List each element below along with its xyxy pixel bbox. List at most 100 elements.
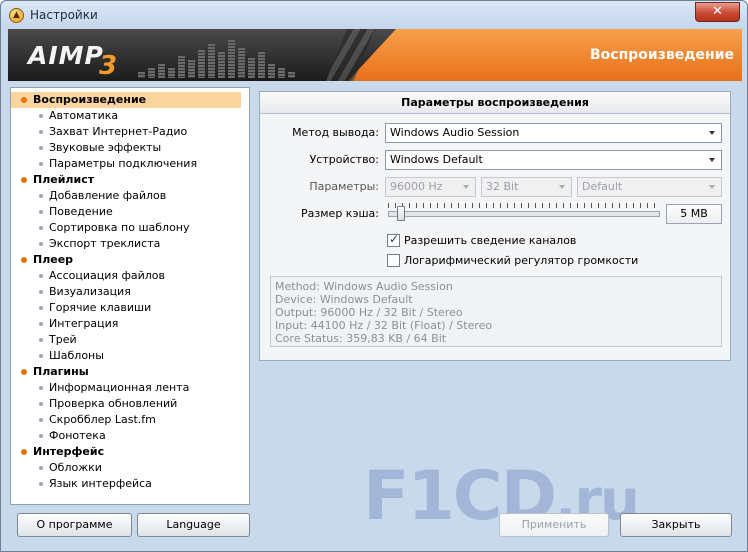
title-bar: ▲ Настройки ✕ xyxy=(1,1,747,29)
tree-group[interactable]: Воспроизведение xyxy=(11,92,241,108)
tree-item[interactable]: Поведение xyxy=(11,204,247,220)
chevron-down-icon xyxy=(709,131,715,135)
tree-item[interactable]: Добавление файлов xyxy=(11,188,247,204)
group-bullet-icon xyxy=(21,257,27,263)
tree-item[interactable]: Ассоциация файлов xyxy=(11,268,247,284)
output-method-label: Метод вывода: xyxy=(292,126,379,139)
tree-item[interactable]: Экспорт треклиста xyxy=(11,236,247,252)
chevron-down-icon xyxy=(559,185,565,189)
panel-header: Параметры воспроизведения xyxy=(260,92,730,114)
tree-item[interactable]: Скробблер Last.fm xyxy=(11,412,247,428)
tree-item[interactable]: Трей xyxy=(11,332,247,348)
window-close-button[interactable]: ✕ xyxy=(695,2,740,22)
tree-item[interactable]: Обложки xyxy=(11,460,247,476)
mix-channels-label[interactable]: Разрешить сведение каналов xyxy=(404,234,576,248)
apply-button[interactable]: Применить xyxy=(499,513,609,537)
tree-item-label: Скробблер Last.fm xyxy=(49,413,156,426)
item-dot-icon xyxy=(39,162,43,166)
tree-group[interactable]: Плеер xyxy=(11,252,247,268)
channels-select[interactable]: Default xyxy=(577,177,722,197)
item-dot-icon xyxy=(39,402,43,406)
group-bullet-icon xyxy=(21,97,27,103)
tree-item[interactable]: Параметры подключения xyxy=(11,156,247,172)
checkmark-icon: ✓ xyxy=(389,232,400,246)
window-title: Настройки xyxy=(30,8,98,22)
tree-item[interactable]: Интеграция xyxy=(11,316,247,332)
cache-slider-thumb[interactable] xyxy=(397,206,405,221)
tree-item-label: Шаблоны xyxy=(49,349,104,362)
settings-tree[interactable]: Воспроизведение Автоматика Захват Интернет… xyxy=(10,87,250,505)
tree-item-label: Плейлист xyxy=(33,173,95,186)
tree-item-label: Язык интерфейса xyxy=(49,477,152,490)
tree-item[interactable]: Проверка обновлений xyxy=(11,396,247,412)
tree-item-label: Добавление файлов xyxy=(49,189,167,202)
bit-depth-select[interactable]: 32 Bit xyxy=(481,177,572,197)
item-dot-icon xyxy=(39,306,43,310)
tree-item-label: Звуковые эффекты xyxy=(49,141,162,154)
tree-item[interactable]: Шаблоны xyxy=(11,348,247,364)
cache-size-value: 5 MB xyxy=(666,204,722,224)
cache-slider-track[interactable] xyxy=(388,211,660,217)
aimp-app-icon: ▲ xyxy=(9,8,24,23)
cache-slider-ticks xyxy=(388,203,660,208)
language-button[interactable]: Language xyxy=(137,513,250,537)
device-select[interactable]: Windows Default xyxy=(385,150,722,170)
group-bullet-icon xyxy=(21,449,27,455)
tree-item-label: Параметры подключения xyxy=(49,157,198,170)
item-dot-icon xyxy=(39,130,43,134)
tree-item[interactable]: Горячие клавиши xyxy=(11,300,247,316)
tree-item-label: Трей xyxy=(49,333,77,346)
tree-group[interactable]: Плагины xyxy=(11,364,247,380)
tree-item[interactable]: Визуализация xyxy=(11,284,247,300)
tree-item[interactable]: Захват Интернет-Радио xyxy=(11,124,247,140)
tree-item[interactable]: Автоматика xyxy=(11,108,247,124)
item-dot-icon xyxy=(39,338,43,342)
item-dot-icon xyxy=(39,418,43,422)
cache-size-label: Размер кэша: xyxy=(301,207,379,220)
tree-item-label: Автоматика xyxy=(49,109,119,122)
mix-channels-checkbox[interactable]: ✓ xyxy=(387,232,400,247)
tree-item-label: Информационная лента xyxy=(49,381,190,394)
item-dot-icon xyxy=(39,210,43,214)
aimp-logo: AIMP xyxy=(28,41,104,70)
item-dot-icon xyxy=(39,274,43,278)
info-line: Output: 96000 Hz / 32 Bit / Stereo xyxy=(275,306,463,319)
settings-window: ▲ Настройки ✕ AIMP 3 Воспроизведение Вос… xyxy=(0,0,748,552)
sample-rate-select[interactable]: 96000 Hz xyxy=(385,177,476,197)
close-button[interactable]: Закрыть xyxy=(620,513,732,537)
log-volume-label[interactable]: Логарифмический регулятор громкости xyxy=(404,254,638,268)
item-dot-icon xyxy=(39,290,43,294)
device-label: Устройство: xyxy=(309,153,379,166)
playback-info-box: Method: Windows Audio Session Device: Wi… xyxy=(270,276,722,347)
info-line: Method: Windows Audio Session xyxy=(275,280,453,293)
tree-group[interactable]: Интерфейс xyxy=(11,444,247,460)
tree-item-label: Проверка обновлений xyxy=(49,397,178,410)
info-line: Device: Windows Default xyxy=(275,293,413,306)
aimp-logo-version: 3 xyxy=(99,51,118,81)
tree-item-label: Плагины xyxy=(33,365,89,378)
tree-item-label: Сортировка по шаблону xyxy=(49,221,190,234)
item-dot-icon xyxy=(39,194,43,198)
output-method-select[interactable]: Windows Audio Session xyxy=(385,123,722,143)
tree-item[interactable]: Звуковые эффекты xyxy=(11,140,247,156)
tree-group[interactable]: Плейлист xyxy=(11,172,247,188)
item-dot-icon xyxy=(39,386,43,390)
log-volume-checkbox[interactable] xyxy=(387,254,400,267)
tree-item[interactable]: Фонотека xyxy=(11,428,247,444)
header-banner: AIMP 3 Воспроизведение xyxy=(8,29,742,81)
item-dot-icon xyxy=(39,242,43,246)
tree-item[interactable]: Сортировка по шаблону xyxy=(11,220,247,236)
tree-item-label: Экспорт треклиста xyxy=(49,237,161,250)
group-bullet-icon xyxy=(21,369,27,375)
item-dot-icon xyxy=(39,114,43,118)
tree-item-label: Визуализация xyxy=(49,285,131,298)
about-button[interactable]: О программе xyxy=(17,513,132,537)
item-dot-icon xyxy=(39,322,43,326)
tree-item-label: Захват Интернет-Радио xyxy=(49,125,188,138)
tree-item[interactable]: Информационная лента xyxy=(11,380,247,396)
chevron-down-icon xyxy=(709,185,715,189)
item-dot-icon xyxy=(39,434,43,438)
item-dot-icon xyxy=(39,226,43,230)
chevron-down-icon xyxy=(463,185,469,189)
tree-item[interactable]: Язык интерфейса xyxy=(11,476,247,492)
